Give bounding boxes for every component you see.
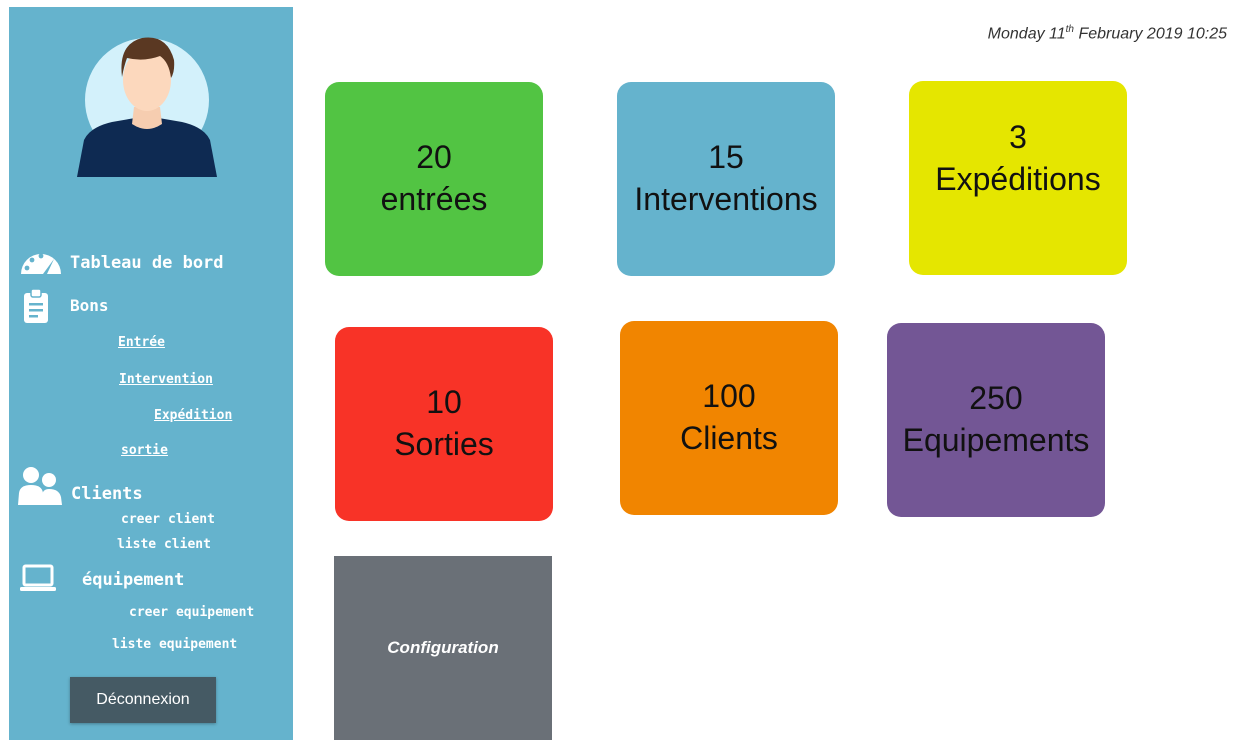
tile-expeditions[interactable]: 3 Expéditions [909, 81, 1127, 275]
user-avatar-icon [77, 37, 217, 177]
sidebar: Tableau de bord Bons Entrée Intervention… [9, 7, 293, 740]
tile-label: Equipements [902, 422, 1090, 458]
sidebar-subitem-liste-equipement[interactable]: liste equipement [112, 637, 237, 652]
tile-count: 250 [969, 380, 1023, 417]
tile-interventions[interactable]: 15 Interventions [617, 82, 835, 276]
tile-label: Interventions [634, 181, 818, 217]
tile-label: Expéditions [935, 160, 1101, 197]
sidebar-item-equipement[interactable]: équipement [82, 570, 184, 590]
clipboard-icon [24, 288, 48, 323]
dashboard-gauge-icon [21, 253, 61, 274]
tile-clients[interactable]: 100 Clients [620, 321, 838, 515]
users-icon [18, 467, 62, 505]
sidebar-subitem-intervention[interactable]: Intervention [119, 372, 213, 387]
tile-entrees[interactable]: 20 entrées [325, 82, 543, 276]
sidebar-subitem-creer-client[interactable]: creer client [121, 512, 215, 527]
sidebar-item-bons[interactable]: Bons [70, 296, 109, 315]
tile-count: 3 [1009, 119, 1027, 155]
tile-count: 100 [702, 378, 756, 415]
tile-configuration[interactable]: Configuration [334, 556, 552, 740]
laptop-icon [20, 564, 56, 591]
tile-sorties[interactable]: 10 Sorties [335, 327, 553, 521]
logout-button[interactable]: Déconnexion [70, 677, 216, 723]
tile-count: 15 [708, 139, 744, 176]
sidebar-subitem-entree[interactable]: Entrée [118, 335, 165, 350]
datetime-display: Monday 11th February 2019 10:25 [987, 24, 1227, 43]
tile-label: Clients [680, 420, 778, 456]
sidebar-subitem-creer-equipement[interactable]: creer equipement [129, 605, 254, 620]
sidebar-subitem-sortie[interactable]: sortie [121, 443, 168, 458]
sidebar-item-clients[interactable]: Clients [71, 484, 143, 504]
sidebar-subitem-expedition[interactable]: Expédition [154, 408, 232, 423]
tile-label: entrées [380, 181, 488, 217]
tile-count: 10 [426, 384, 462, 421]
tile-equipements[interactable]: 250 Equipements [887, 323, 1105, 517]
sidebar-item-dashboard[interactable]: Tableau de bord [70, 253, 224, 273]
tile-count: 20 [416, 139, 452, 176]
sidebar-subitem-liste-client[interactable]: liste client [117, 537, 211, 552]
tile-label: Sorties [394, 426, 494, 462]
